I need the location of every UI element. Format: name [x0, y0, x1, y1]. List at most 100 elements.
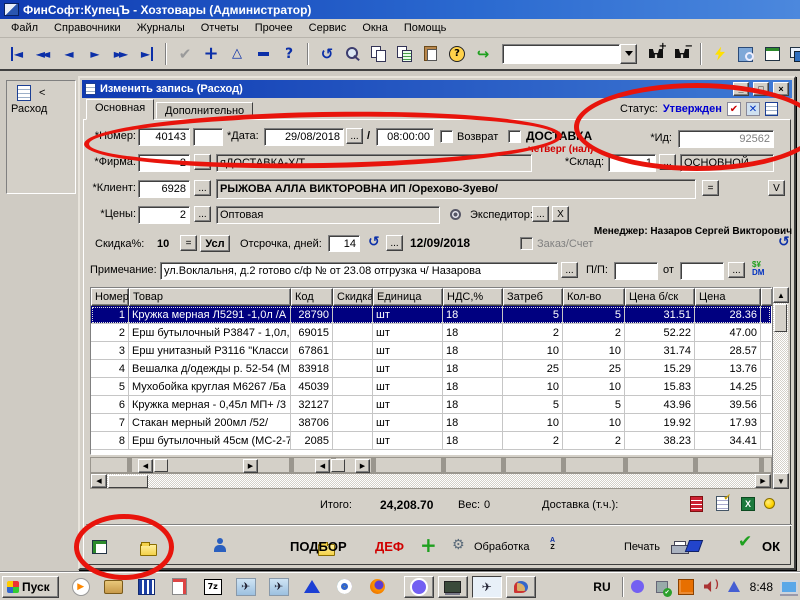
media-player-icon[interactable] — [70, 576, 92, 598]
column-header-2[interactable]: Товар — [129, 288, 291, 306]
primechanie-dots-button[interactable]: ... — [561, 262, 578, 278]
cell[interactable]: шт — [373, 414, 443, 431]
pane-scroll-button[interactable]: ◀ — [315, 459, 330, 473]
cell[interactable]: 8 — [91, 432, 129, 449]
pane-scroll-button[interactable]: ▶ — [355, 459, 370, 473]
podbor-button[interactable]: ПОДБОР — [290, 539, 347, 554]
cell[interactable]: 43.96 — [625, 396, 695, 413]
cell[interactable]: 31.51 — [625, 306, 695, 323]
cell[interactable]: шт — [373, 342, 443, 359]
cell[interactable]: 5 — [563, 306, 625, 323]
coin-icon[interactable] — [764, 498, 775, 509]
pechat-button[interactable]: Печать — [624, 541, 660, 553]
notes-icon[interactable] — [169, 576, 191, 598]
cell[interactable]: 5 — [503, 396, 563, 413]
otsrochka-dots-button[interactable]: ... — [386, 235, 403, 251]
cell[interactable]: 18 — [443, 306, 503, 323]
display-tray-icon[interactable] — [780, 578, 798, 596]
cell[interactable] — [333, 378, 373, 395]
klient-field[interactable]: 6928 — [138, 180, 190, 198]
grid-hscrollbar[interactable]: ◀ ▶ — [90, 473, 772, 489]
otsrochka-field[interactable]: 14 — [328, 235, 360, 252]
time-field[interactable]: 08:00:00 — [376, 128, 434, 146]
column-header-7[interactable]: Затреб — [503, 288, 563, 306]
vscroll-thumb[interactable] — [774, 304, 787, 332]
sklad-dots-button[interactable]: ... — [659, 154, 676, 170]
cell[interactable]: 4 — [91, 360, 129, 377]
flight-1-icon[interactable] — [235, 576, 257, 598]
column-splitter[interactable] — [501, 458, 506, 472]
cell[interactable]: 10 — [563, 342, 625, 359]
ceny-field[interactable]: 2 — [138, 206, 190, 224]
clock[interactable]: 8:48 — [746, 580, 777, 594]
cell[interactable]: 14.25 — [695, 378, 761, 395]
cell[interactable]: 2 — [503, 324, 563, 341]
nomer-field[interactable]: 40143 — [138, 128, 190, 146]
about-question-button[interactable] — [445, 42, 469, 66]
menu-item-2[interactable]: Справочники — [47, 20, 128, 36]
table-row[interactable]: 1Кружка мерная Л5291 -1,0л /А28790шт1855… — [91, 306, 771, 324]
column-splitter[interactable] — [127, 458, 132, 472]
cell[interactable]: 18 — [443, 324, 503, 341]
table-row[interactable]: 7Стакан мерный 200мл /52/38706шт18101019… — [91, 414, 771, 432]
refresh-right-icon[interactable]: ↺ — [778, 234, 790, 250]
column-splitter[interactable] — [623, 458, 628, 472]
edit-triangle-button[interactable] — [225, 42, 249, 66]
cell[interactable]: 28.57 — [695, 342, 761, 359]
v-button[interactable]: V — [768, 180, 785, 196]
scroll-right-button[interactable]: ▶ — [755, 474, 771, 488]
pane-scroll-button[interactable]: ▶ — [243, 459, 258, 473]
cell[interactable]: 2 — [563, 324, 625, 341]
skidka-equals-button[interactable]: = — [180, 235, 197, 251]
cell[interactable]: Кружка мерная Л5291 -1,0л /А — [129, 306, 291, 323]
menu-item-4[interactable]: Отчеты — [194, 20, 246, 36]
cell[interactable]: 28.36 — [695, 306, 761, 323]
column-splitter[interactable] — [693, 458, 698, 472]
accept-check-button[interactable] — [173, 42, 197, 66]
cell[interactable] — [333, 324, 373, 341]
data-dots-button[interactable]: ... — [346, 128, 363, 144]
cell[interactable] — [333, 360, 373, 377]
start-button[interactable]: Пуск — [2, 576, 59, 598]
firefox-icon[interactable] — [367, 576, 389, 598]
cell[interactable]: 38.23 — [625, 432, 695, 449]
cell[interactable]: 13.76 — [695, 360, 761, 377]
archiver-7z-icon[interactable] — [202, 576, 224, 598]
minimize-button[interactable]: _ — [733, 82, 749, 96]
menu-item-6[interactable]: Сервис — [302, 20, 354, 36]
undo-arrow-button[interactable] — [315, 42, 339, 66]
pp-field[interactable] — [614, 262, 658, 280]
cell[interactable]: шт — [373, 360, 443, 377]
cell[interactable]: 10 — [563, 378, 625, 395]
status-log-icon[interactable] — [765, 102, 778, 116]
cell[interactable]: 10 — [503, 414, 563, 431]
usl-button[interactable]: Усл — [200, 235, 230, 252]
java-tray-icon[interactable] — [677, 578, 695, 596]
table-row[interactable]: 6Кружка мерная - 0,45л МП+ /332127шт1855… — [91, 396, 771, 414]
find-prev-binoculars-button[interactable] — [670, 42, 694, 66]
cell[interactable]: 25 — [563, 360, 625, 377]
column-splitter[interactable] — [371, 458, 376, 472]
cell[interactable]: 32127 — [291, 396, 333, 413]
def-button[interactable]: ДЕФ — [375, 539, 404, 554]
delete-minus-button[interactable] — [251, 42, 275, 66]
ceny-dots-button[interactable]: ... — [194, 206, 211, 222]
cell[interactable]: Кружка мерная - 0,45л МП+ /3 — [129, 396, 291, 413]
tasklist-icon[interactable] — [716, 496, 729, 511]
cell[interactable]: 47.00 — [695, 324, 761, 341]
copy-button[interactable] — [367, 42, 391, 66]
cell[interactable] — [333, 306, 373, 323]
vozvrat-checkbox[interactable] — [440, 130, 453, 143]
scroll-up-button[interactable]: ▲ — [773, 287, 789, 303]
taskbar-app-viber[interactable] — [404, 576, 434, 598]
hscroll-thumb[interactable] — [108, 475, 148, 488]
catalog-icon[interactable] — [136, 576, 158, 598]
tab-dopolnitelno[interactable]: Дополнительно — [156, 102, 253, 119]
new-window-button[interactable] — [92, 540, 107, 554]
cell[interactable]: 6 — [91, 396, 129, 413]
go-prev-button[interactable] — [57, 42, 81, 66]
cell[interactable]: 5 — [563, 396, 625, 413]
cell[interactable]: 34.41 — [695, 432, 761, 449]
calculator-icon[interactable] — [690, 496, 703, 512]
taskbar-app-paint[interactable] — [506, 576, 536, 598]
